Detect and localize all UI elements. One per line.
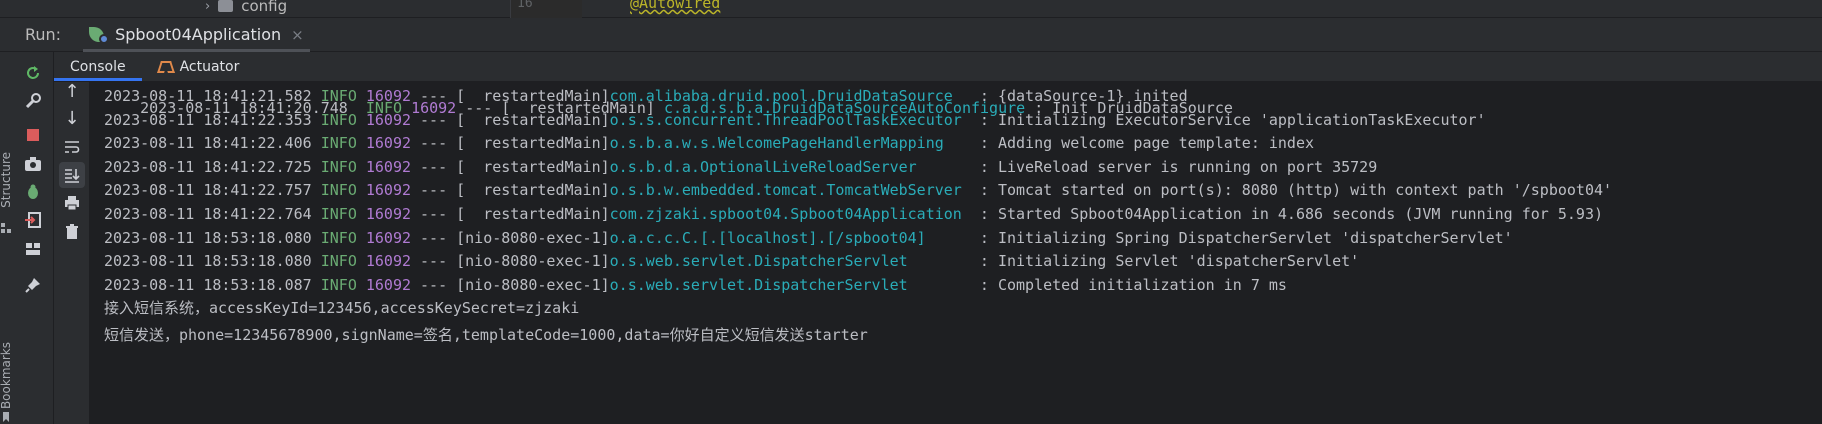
run-label: Run: (25, 25, 62, 44)
pin-icon[interactable] (20, 272, 46, 298)
bookmarks-tab[interactable]: Bookmarks (0, 342, 13, 409)
console-toolbar: ↑ ↓ (54, 81, 90, 424)
soft-wrap-icon[interactable] (59, 134, 85, 160)
close-icon[interactable]: × (291, 26, 304, 44)
stop-icon[interactable] (20, 122, 46, 148)
actuator-icon (156, 59, 175, 75)
run-config-name: Spboot04Application (115, 25, 282, 44)
scroll-to-end-icon[interactable] (59, 162, 85, 188)
structure-tab[interactable]: Structure (0, 152, 13, 208)
exit-icon[interactable] (20, 207, 46, 233)
structure-icon (1, 223, 11, 233)
console-output[interactable]: 2023-08-11 18:41:20.748 INFO 16092 --- [… (90, 82, 1822, 424)
scroll-down-icon[interactable]: ↓ (59, 105, 85, 131)
spring-boot-app-icon (89, 26, 110, 44)
editor-remnant-strip: › config 16 @Autowired (0, 0, 1822, 18)
camera-icon[interactable] (20, 151, 46, 177)
tree-item-label: config (241, 0, 288, 15)
rerun-icon[interactable] (20, 60, 46, 86)
layout-icon[interactable] (20, 236, 46, 262)
project-tree-item-config[interactable]: › config (205, 0, 287, 15)
chevron-right-icon[interactable]: › (205, 0, 210, 14)
run-config-tab[interactable]: Spboot04Application × (83, 18, 310, 52)
tab-console-label: Console (70, 58, 126, 75)
tab-console[interactable]: Console (54, 52, 142, 81)
log-logger[interactable]: o.s.web.servlet.DispatcherServlet (610, 272, 980, 299)
tab-actuator[interactable]: Actuator (142, 52, 256, 81)
wrench-icon[interactable] (20, 88, 46, 114)
console-tab-bar: Console Actuator (54, 52, 1822, 82)
bookmark-icon (3, 412, 9, 422)
console-plain-line: 接入短信系统，accessKeyId=123456,accessKeySecre… (104, 295, 579, 322)
plain-text: 接入短信系统，accessKeyId=123456,accessKeySecre… (104, 299, 580, 317)
scroll-up-icon[interactable]: ↑ (59, 78, 85, 104)
editor-annotation[interactable]: @Autowired (630, 0, 720, 12)
print-icon[interactable] (59, 190, 85, 216)
plain-text: 短信发送，phone=12345678900,signName=签名,templ… (104, 326, 868, 344)
log-message: : Completed initialization in 7 ms (979, 275, 1287, 294)
line-number: 16 (517, 0, 533, 11)
tab-actuator-label: Actuator (179, 58, 240, 75)
debug-bug-icon[interactable] (20, 179, 46, 205)
side-tool-strip: Structure Bookmarks (0, 52, 14, 424)
folder-icon (218, 0, 234, 12)
run-toolwindow-header: Run: Spboot04Application × (0, 18, 1822, 52)
console-plain-line: 短信发送，phone=12345678900,signName=签名,templ… (104, 322, 868, 349)
trash-icon[interactable] (59, 219, 85, 245)
run-toolbar (14, 52, 54, 424)
